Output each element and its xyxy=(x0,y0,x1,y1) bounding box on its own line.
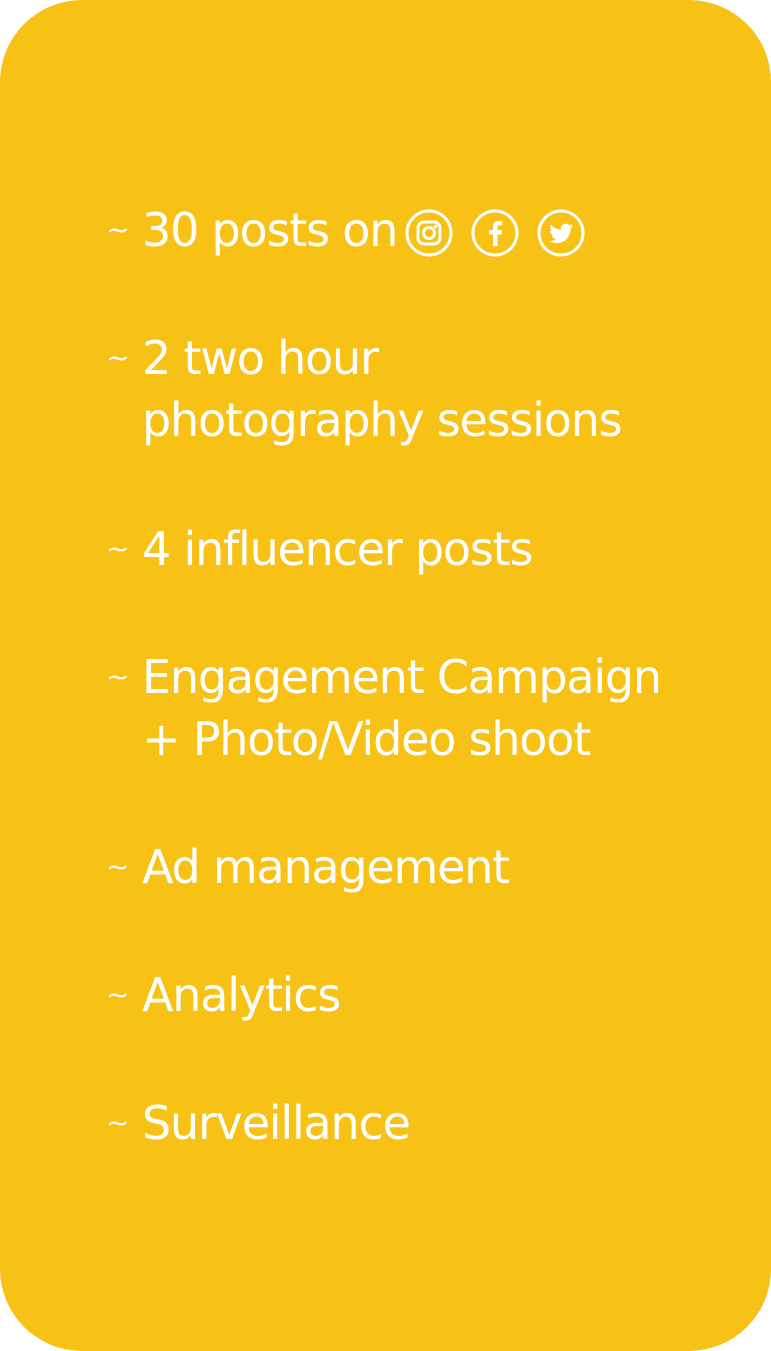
bullet-tilde: ~ xyxy=(106,1106,130,1139)
item-text-line-2: photography sessions xyxy=(142,393,623,447)
list-item-influencer: ~ 4 influencer posts xyxy=(106,518,533,580)
bullet-tilde: ~ xyxy=(106,341,130,374)
item-text: 30 posts on xyxy=(142,203,398,257)
bullet-tilde: ~ xyxy=(106,660,130,693)
bullet-tilde: ~ xyxy=(106,213,130,246)
bullet-tilde: ~ xyxy=(106,532,130,565)
list-item-surveillance: ~ Surveillance xyxy=(106,1092,411,1154)
item-text: Ad management xyxy=(142,840,510,894)
item-text-line-2: + Photo/Video shoot xyxy=(142,712,591,766)
bullet-tilde: ~ xyxy=(106,978,130,1011)
item-text-line-1: 2 two hour xyxy=(142,331,379,385)
twitter-icon xyxy=(537,209,585,257)
list-item-ad-management: ~ Ad management xyxy=(106,836,510,898)
list-item-photography: ~ 2 two hour photography sessions xyxy=(106,327,623,451)
item-text: Surveillance xyxy=(142,1096,411,1150)
item-text: 4 influencer posts xyxy=(142,522,533,576)
facebook-icon xyxy=(471,209,519,257)
social-icons xyxy=(405,203,603,265)
item-text: Analytics xyxy=(142,968,341,1022)
item-text-line-1: Engagement Campaign xyxy=(142,650,662,704)
instagram-icon xyxy=(405,209,453,257)
package-card: ~ 30 posts on ~ 2 two hour photography s… xyxy=(0,0,771,1351)
bullet-tilde: ~ xyxy=(106,850,130,883)
list-item-posts: ~ 30 posts on xyxy=(106,199,603,265)
list-item-engagement: ~ Engagement Campaign + Photo/Video shoo… xyxy=(106,646,662,770)
list-item-analytics: ~ Analytics xyxy=(106,964,341,1026)
